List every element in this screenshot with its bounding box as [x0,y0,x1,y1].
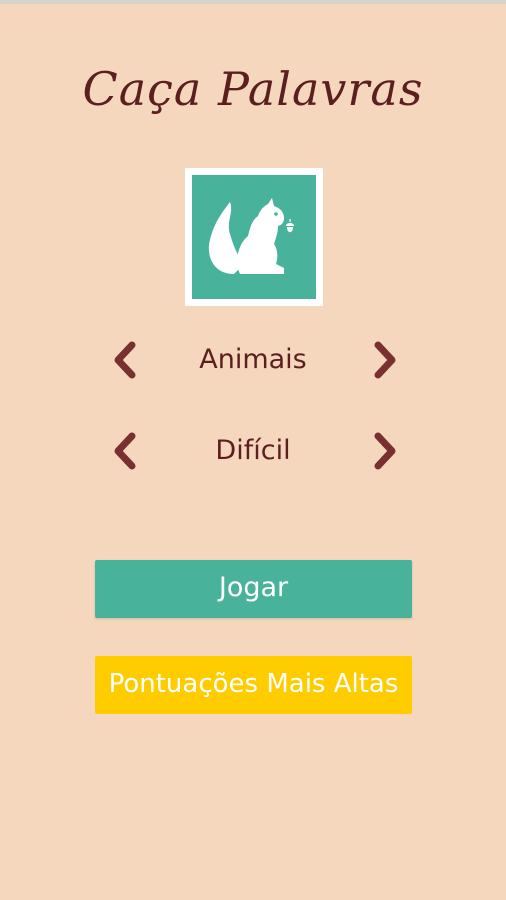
chevron-right-icon [374,341,396,379]
app-title: Caça Palavras [82,62,424,116]
category-selector: Animais [0,330,506,390]
chevron-right-icon [374,432,396,470]
chevron-left-icon [114,341,136,379]
squirrel-icon [192,175,316,299]
difficulty-next-button[interactable] [363,429,407,473]
difficulty-value: Difícil [215,435,291,466]
category-value: Animais [199,344,307,375]
play-button[interactable]: Jogar [95,560,412,618]
high-scores-button[interactable]: Pontuações Mais Altas [95,656,412,714]
category-image [185,168,323,306]
chevron-left-icon [114,432,136,470]
difficulty-selector: Difícil [0,421,506,481]
status-bar [0,0,506,4]
category-next-button[interactable] [363,338,407,382]
